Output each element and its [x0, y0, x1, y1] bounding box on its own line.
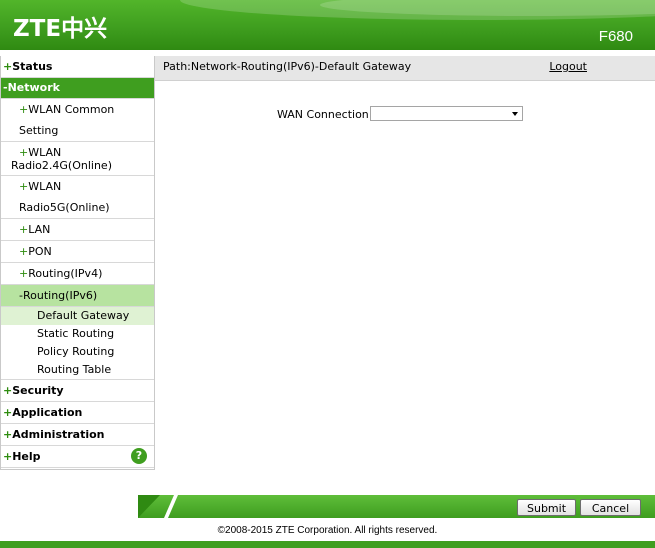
sidebar-item-policy-routing[interactable]: Policy Routing [1, 343, 154, 361]
sidebar-item-label: Help [12, 450, 41, 463]
expand-icon: + [19, 103, 29, 116]
sidebar-item-wlan-radio24g[interactable]: +WLAN Radio2.4G(Online) [1, 142, 154, 176]
expand-icon: + [3, 406, 13, 419]
expand-icon: + [3, 384, 13, 397]
expand-icon: + [3, 450, 13, 463]
wan-connection-select[interactable] [370, 106, 523, 121]
expand-icon: + [3, 60, 13, 73]
sidebar-item-label: WLAN Common Setting [19, 103, 115, 137]
sidebar-item-label: Security [12, 384, 64, 397]
expand-icon: + [19, 245, 29, 258]
chevron-down-icon [512, 112, 518, 116]
breadcrumb: Path:Network-Routing(IPv6)-Default Gatew… [155, 56, 655, 80]
expand-icon: + [19, 223, 29, 236]
sidebar-item-label: WLAN [28, 146, 62, 159]
expand-icon: + [19, 180, 29, 193]
sidebar-menu: +Status -Network +WLAN Common Setting +W… [1, 56, 154, 468]
cancel-button[interactable]: Cancel [580, 499, 641, 516]
sidebar-item-label: Status [12, 60, 53, 73]
help-icon[interactable]: ? [131, 448, 147, 464]
sidebar-item-status[interactable]: +Status [1, 56, 154, 78]
sidebar-item-routing-ipv6[interactable]: -Routing(IPv6) [1, 285, 154, 307]
breadcrumb-path: Path:Network-Routing(IPv6)-Default Gatew… [163, 60, 412, 73]
sidebar-item-wlan-common-setting[interactable]: +WLAN Common Setting [1, 99, 154, 142]
sidebar-item-static-routing[interactable]: Static Routing [1, 325, 154, 343]
sidebar-item-label: Administration [12, 428, 105, 441]
sidebar-item-network[interactable]: -Network [1, 78, 154, 99]
sidebar-item-pon[interactable]: +PON [1, 241, 154, 263]
logout-link[interactable]: Logout [549, 56, 587, 78]
expand-icon: + [19, 267, 29, 280]
sidebar-item-label: Application [12, 406, 83, 419]
footer-action-bar [138, 495, 655, 518]
sidebar-item-lan[interactable]: +LAN [1, 219, 154, 241]
sidebar-item-wlan-radio5g[interactable]: +WLAN Radio5G(Online) [1, 176, 154, 219]
expand-icon: + [19, 146, 29, 159]
sidebar-item-security[interactable]: +Security [1, 379, 154, 402]
sidebar-item-routing-ipv4[interactable]: +Routing(IPv4) [1, 263, 154, 285]
submit-button[interactable]: Submit [517, 499, 576, 516]
wan-connection-label: WAN Connection [277, 108, 369, 121]
sidebar-item-label: Policy Routing [37, 345, 115, 358]
header-banner: ZTE中兴 F680 [0, 0, 655, 50]
sidebar-item-label: Static Routing [37, 327, 115, 340]
sidebar-item-label: Routing(IPv4) [28, 267, 103, 280]
copyright-text: ©2008-2015 ZTE Corporation. All rights r… [217, 525, 438, 536]
sidebar-item-label: Default Gateway [37, 309, 130, 322]
sidebar-item-application[interactable]: +Application [1, 402, 154, 424]
sidebar-item-default-gateway[interactable]: Default Gateway [1, 307, 154, 325]
sidebar-item-label-line2: Radio2.4G(Online) [11, 159, 112, 172]
sidebar-item-label: Routing Table [37, 363, 112, 376]
sidebar-item-label: LAN [28, 223, 51, 236]
sidebar-item-administration[interactable]: +Administration [1, 424, 154, 446]
sidebar-item-routing-table[interactable]: Routing Table [1, 361, 154, 379]
bottom-bar [0, 541, 655, 548]
sidebar-item-label: Routing(IPv6) [22, 289, 98, 302]
footer-bar-fill [138, 495, 655, 518]
sidebar: +Status -Network +WLAN Common Setting +W… [0, 56, 155, 470]
zte-logo: ZTE中兴 [13, 16, 108, 42]
expand-icon: + [3, 428, 13, 441]
divider [155, 80, 655, 81]
sidebar-item-label: WLAN Radio5G(Online) [19, 180, 110, 214]
sidebar-item-label: Network [7, 81, 60, 94]
sidebar-item-label: PON [28, 245, 52, 258]
device-model: F680 [598, 28, 633, 45]
